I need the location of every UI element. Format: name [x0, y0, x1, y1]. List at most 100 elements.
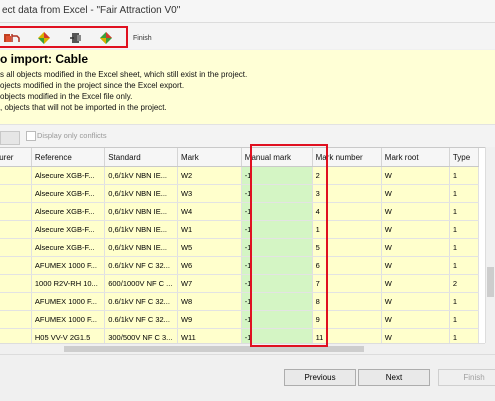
standard-cell[interactable]: 0.6/1kV NF C 32... — [104, 256, 178, 275]
manufacturer-cell[interactable] — [0, 328, 32, 344]
reference-cell[interactable]: AFUMEX 1000 F... — [31, 256, 106, 275]
mark-root-cell[interactable]: W — [381, 238, 450, 257]
manual-mark-cell[interactable]: -1 — [241, 310, 313, 329]
manufacturer-cell[interactable] — [0, 220, 32, 239]
reference-cell[interactable]: Alsecure XGB-F... — [31, 238, 106, 257]
type-cell[interactable]: 1 — [449, 256, 480, 275]
mark-root-cell[interactable]: W — [381, 166, 450, 185]
mark-cell[interactable]: W8 — [177, 292, 242, 311]
type-cell[interactable]: 2 — [449, 274, 480, 293]
mark-root-cell[interactable]: W — [381, 274, 450, 293]
mark-root-cell[interactable]: W — [381, 184, 450, 203]
toolbar-finish-label[interactable]: Finish — [133, 35, 152, 42]
manufacturer-cell[interactable]: . — [0, 274, 32, 293]
type-cell[interactable]: 1 — [449, 184, 480, 203]
col-header-mark-root[interactable]: Mark root — [381, 148, 450, 167]
horizontal-scrollbar[interactable] — [0, 343, 485, 354]
standard-cell[interactable]: 0.6/1kV NF C 32... — [104, 310, 178, 329]
type-cell[interactable]: 1 — [449, 310, 480, 329]
vertical-scrollbar[interactable] — [485, 147, 495, 343]
mark-number-cell[interactable]: 7 — [312, 274, 382, 293]
standard-cell[interactable]: 0,6/1kV NBN IE... — [104, 238, 178, 257]
manufacturer-cell[interactable] — [0, 202, 32, 221]
mark-number-cell[interactable]: 6 — [312, 256, 382, 275]
previous-button[interactable]: Previous — [284, 369, 356, 386]
mark-root-cell[interactable]: W — [381, 202, 450, 221]
mark-root-cell[interactable]: W — [381, 328, 450, 344]
standard-cell[interactable]: 300/500V NF C 3... — [104, 328, 178, 344]
reference-cell[interactable]: H05 VV-V 2G1.5 — [31, 328, 106, 344]
manual-mark-cell[interactable]: -1 — [241, 220, 313, 239]
table-row[interactable]: Alsecure XGB-F... 0,6/1kV NBN IE... W3 -1 3 W… — [0, 184, 480, 203]
mark-root-cell[interactable]: W — [381, 292, 450, 311]
mark-cell[interactable]: W3 — [177, 184, 242, 203]
mark-number-cell[interactable]: 2 — [312, 166, 382, 185]
reference-cell[interactable]: Alsecure XGB-F... — [31, 202, 106, 221]
table-row[interactable]: .AFUMEX 1000 F...0.6/1kV NF C 32...W8-18… — [0, 292, 480, 311]
mark-cell[interactable]: W2 — [177, 166, 242, 185]
type-cell[interactable]: 1 — [449, 202, 480, 221]
standard-cell[interactable]: 600/1000V NF C ... — [104, 274, 178, 293]
manufacturer-cell[interactable] — [0, 166, 32, 185]
type-cell[interactable]: 1 — [449, 238, 480, 257]
type-cell[interactable]: 1 — [449, 166, 480, 185]
vertical-scroll-thumb[interactable] — [487, 267, 494, 297]
table-row[interactable]: Alsecure XGB-F... 0,6/1kV NBN IE... W4 -1 4 W… — [0, 202, 480, 221]
mark-cell[interactable]: W11 — [177, 328, 242, 344]
manufacturer-cell[interactable] — [0, 238, 32, 257]
mark-cell[interactable]: W9 — [177, 310, 242, 329]
mark-number-cell[interactable]: 4 — [312, 202, 382, 221]
mark-cell[interactable]: W6 — [177, 256, 242, 275]
manual-mark-cell[interactable]: -1 — [241, 238, 313, 257]
table-row[interactable]: Alsecure XGB-F... 0,6/1kV NBN IE... W1 -1 1 W… — [0, 220, 480, 239]
mark-cell[interactable]: W7 — [177, 274, 242, 293]
mark-number-cell[interactable]: 11 — [312, 328, 382, 344]
mark-cell[interactable]: W5 — [177, 238, 242, 257]
standard-cell[interactable]: 0,6/1kV NBN IE... — [104, 220, 178, 239]
mark-root-cell[interactable]: W — [381, 256, 450, 275]
col-header-type[interactable]: Type — [449, 148, 480, 167]
finish-button[interactable]: Finish — [438, 369, 495, 386]
manufacturer-cell[interactable]: . — [0, 256, 32, 275]
manual-mark-cell[interactable]: -1 — [241, 166, 313, 185]
col-header-reference[interactable]: Reference — [31, 148, 106, 167]
reference-cell[interactable]: Alsecure XGB-F... — [31, 166, 106, 185]
type-cell[interactable]: 1 — [449, 220, 480, 239]
display-conflicts-checkbox[interactable] — [26, 131, 36, 141]
type-cell[interactable]: 1 — [449, 292, 480, 311]
manual-mark-cell[interactable]: -1 — [241, 184, 313, 203]
mark-cell[interactable]: W4 — [177, 202, 242, 221]
mark-number-cell[interactable]: 5 — [312, 238, 382, 257]
standard-cell[interactable]: 0.6/1kV NF C 32... — [104, 292, 178, 311]
table-row[interactable]: Alsecure XGB-F... 0,6/1kV NBN IE... W5 -1 5 W… — [0, 238, 480, 257]
manufacturer-cell[interactable]: . — [0, 292, 32, 311]
col-header-manual-mark[interactable]: Manual mark — [241, 148, 313, 167]
manual-mark-cell[interactable]: -1 — [241, 292, 313, 311]
table-row[interactable]: H05 VV-V 2G1.5 300/500V NF C 3... W11 -1 11 W… — [0, 328, 480, 344]
reference-cell[interactable]: AFUMEX 1000 F... — [31, 310, 106, 329]
mark-number-cell[interactable]: 3 — [312, 184, 382, 203]
standard-cell[interactable]: 0,6/1kV NBN IE... — [104, 202, 178, 221]
mark-root-cell[interactable]: W — [381, 220, 450, 239]
standard-cell[interactable]: 0,6/1kV NBN IE... — [104, 184, 178, 203]
manufacturer-cell[interactable] — [0, 184, 32, 203]
reference-cell[interactable]: Alsecure XGB-F... — [31, 220, 106, 239]
table-row[interactable]: Alsecure XGB-F... 0,6/1kV NBN IE... W2 -1 2 W… — [0, 166, 480, 185]
manufacturer-cell[interactable]: . — [0, 310, 32, 329]
filter-button[interactable] — [0, 131, 20, 145]
type-cell[interactable]: 1 — [449, 328, 480, 344]
mark-number-cell[interactable]: 8 — [312, 292, 382, 311]
col-header-mark-number[interactable]: Mark number — [312, 148, 382, 167]
table-row[interactable]: .1000 R2V-RH 10...600/1000V NF C ...W7-1… — [0, 274, 480, 293]
table-row[interactable]: .AFUMEX 1000 F...0.6/1kV NF C 32...W6-16… — [0, 256, 480, 275]
manual-mark-cell[interactable]: -1 — [241, 328, 313, 344]
manual-mark-cell[interactable]: -1 — [241, 274, 313, 293]
mark-number-cell[interactable]: 9 — [312, 310, 382, 329]
reference-cell[interactable]: AFUMEX 1000 F... — [31, 292, 106, 311]
manual-mark-cell[interactable]: -1 — [241, 256, 313, 275]
next-button[interactable]: Next — [358, 369, 430, 386]
horizontal-scroll-thumb[interactable] — [64, 346, 364, 352]
manual-mark-cell[interactable]: -1 — [241, 202, 313, 221]
col-header-standard[interactable]: Standard — [104, 148, 178, 167]
table-row[interactable]: .AFUMEX 1000 F...0.6/1kV NF C 32...W9-19… — [0, 310, 480, 329]
